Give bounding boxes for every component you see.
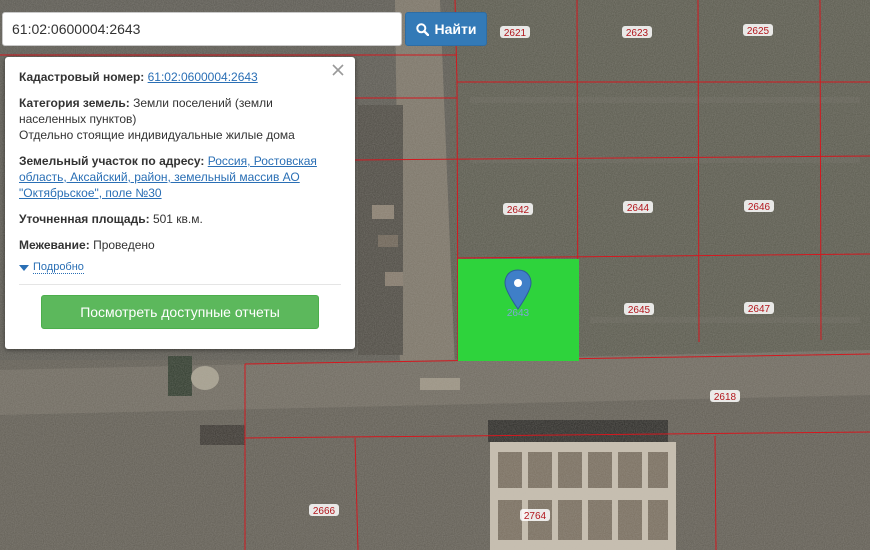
address-label: Земельный участок по адресу:	[19, 154, 205, 168]
parcel-label: 2645	[624, 303, 654, 316]
parcel-label: 2644	[623, 201, 653, 214]
divider	[19, 284, 341, 285]
parcel-label: 2642	[503, 203, 533, 216]
search-button-label: Найти	[434, 21, 477, 37]
land-category-row: Категория земель: Земли поселений (земли…	[19, 95, 341, 143]
parcel-label: 2764	[520, 509, 550, 522]
svg-text:2666: 2666	[313, 506, 336, 517]
svg-text:2621: 2621	[504, 28, 527, 39]
address-row: Земельный участок по адресу: Россия, Рос…	[19, 153, 341, 201]
svg-text:2643: 2643	[507, 308, 530, 319]
survey-label: Межевание:	[19, 238, 90, 252]
cadastral-number-link[interactable]: 61:02:0600004:2643	[148, 70, 258, 84]
survey-value: Проведено	[93, 238, 155, 252]
area-label: Уточненная площадь:	[19, 212, 150, 226]
land-category-label: Категория земель:	[19, 96, 130, 110]
parcel-label: 2623	[622, 26, 652, 39]
details-toggle[interactable]: Подробно	[19, 261, 341, 274]
close-icon[interactable]	[330, 62, 346, 78]
cadastral-number-label: Кадастровый номер:	[19, 70, 145, 84]
parcel-info-popup: Кадастровый номер: 61:02:0600004:2643 Ка…	[5, 57, 355, 349]
parcel-label: 2647	[744, 302, 774, 315]
area-value: 501 кв.м.	[152, 212, 203, 226]
parcel-label: 2666	[309, 504, 339, 517]
svg-text:2646: 2646	[748, 202, 771, 213]
survey-row: Межевание: Проведено	[19, 237, 341, 253]
view-reports-button[interactable]: Посмотреть доступные отчеты	[41, 295, 319, 329]
svg-text:2623: 2623	[626, 28, 649, 39]
svg-text:2647: 2647	[748, 304, 771, 315]
caret-down-icon	[19, 264, 29, 271]
area-row: Уточненная площадь: 501 кв.м.	[19, 211, 341, 227]
svg-text:2625: 2625	[747, 26, 770, 37]
parcel-label: 2643	[507, 308, 530, 319]
details-link[interactable]: Подробно	[33, 261, 84, 274]
search-button[interactable]: Найти	[405, 12, 487, 46]
svg-text:2618: 2618	[714, 392, 737, 403]
svg-text:2645: 2645	[628, 305, 651, 316]
parcel-label: 2646	[744, 200, 774, 213]
svg-text:2644: 2644	[627, 203, 650, 214]
search-input[interactable]	[2, 12, 402, 46]
parcel-label: 2621	[500, 26, 530, 39]
search-icon	[415, 22, 429, 36]
svg-text:2642: 2642	[507, 205, 530, 216]
parcel-label: 2618	[710, 390, 740, 403]
cadastral-number-row: Кадастровый номер: 61:02:0600004:2643	[19, 69, 341, 85]
parcel-label: 2625	[743, 24, 773, 37]
svg-text:2764: 2764	[524, 511, 547, 522]
permitted-use-value: Отдельно стоящие индивидуальные жилые до…	[19, 128, 295, 142]
